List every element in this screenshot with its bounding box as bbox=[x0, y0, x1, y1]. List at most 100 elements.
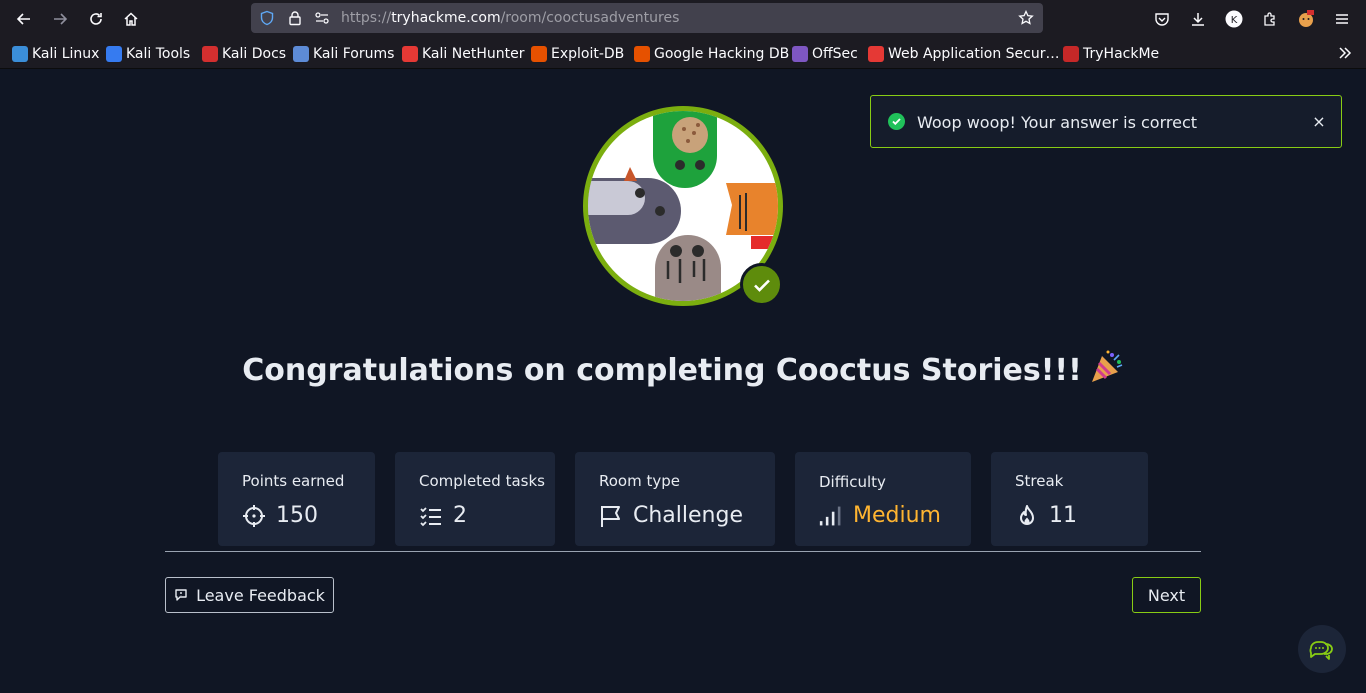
bookmark-label: Kali Linux bbox=[32, 46, 100, 62]
stat-label: Completed tasks bbox=[419, 472, 545, 490]
extension-button[interactable] bbox=[1293, 6, 1319, 32]
arrow-left-icon bbox=[16, 13, 30, 25]
chat-assistant-button[interactable] bbox=[1298, 625, 1346, 673]
reload-icon bbox=[90, 13, 102, 25]
bookmark-kali-linux[interactable]: Kali Linux bbox=[12, 44, 99, 64]
offsec-icon bbox=[792, 46, 808, 62]
stat-label: Points earned bbox=[242, 472, 345, 490]
account-avatar-icon: K bbox=[1225, 10, 1243, 28]
pocket-button[interactable] bbox=[1149, 6, 1175, 32]
stat-value: 11 bbox=[1049, 503, 1077, 528]
stat-value-row: 11 bbox=[1015, 503, 1077, 528]
success-toast: Woop woop! Your answer is correct × bbox=[870, 95, 1342, 148]
flame-icon bbox=[1015, 504, 1039, 528]
bookmark-label: Kali Docs bbox=[222, 46, 287, 62]
bookmark-star-icon[interactable] bbox=[1016, 8, 1036, 28]
bookmark-label: Kali Forums bbox=[313, 46, 395, 62]
stat-value-row: 2 bbox=[419, 503, 467, 528]
bookmarks-bar: Kali Linux Kali Tools Kali Docs Kali For… bbox=[0, 38, 1366, 69]
stat-points-earned: Points earned 150 bbox=[218, 452, 375, 546]
bookmark-label: Exploit-DB bbox=[551, 46, 625, 62]
toast-message: Woop woop! Your answer is correct bbox=[917, 113, 1198, 132]
bookmark-kali-nethunter[interactable]: Kali NetHunter bbox=[402, 44, 524, 64]
bookmark-kali-docs[interactable]: Kali Docs bbox=[202, 44, 286, 64]
stat-label: Streak bbox=[1015, 472, 1064, 490]
stat-value: 150 bbox=[276, 503, 318, 528]
bookmark-label: Kali Tools bbox=[126, 46, 191, 62]
bookmark-label: OffSec bbox=[812, 46, 858, 62]
section-divider bbox=[165, 551, 1201, 552]
next-button[interactable]: Next bbox=[1132, 577, 1201, 613]
stat-difficulty: Difficulty Medium bbox=[795, 452, 971, 546]
nethunter-icon bbox=[402, 46, 418, 62]
bookmark-label: TryHackMe bbox=[1083, 46, 1160, 62]
url-path: /room/cooctusadventures bbox=[500, 10, 680, 26]
stat-label: Room type bbox=[599, 472, 680, 490]
chevron-double-right-icon bbox=[1339, 47, 1352, 59]
extensions-button[interactable] bbox=[1257, 6, 1283, 32]
kali-forums-icon bbox=[293, 46, 309, 62]
kali-tools-icon bbox=[106, 46, 122, 62]
shield-icon[interactable] bbox=[257, 8, 277, 28]
svg-text:K: K bbox=[1231, 15, 1238, 26]
feedback-icon bbox=[175, 589, 187, 601]
bookmark-offsec[interactable]: OffSec bbox=[792, 44, 858, 64]
extension-face-icon bbox=[1299, 10, 1314, 27]
home-icon bbox=[124, 12, 138, 26]
completed-check-icon bbox=[740, 263, 783, 306]
menu-button[interactable] bbox=[1329, 6, 1355, 32]
congratulations-heading: Congratulations on completing Cooctus St… bbox=[0, 350, 1366, 388]
forward-button[interactable] bbox=[47, 6, 73, 32]
toast-close-button[interactable]: × bbox=[1309, 111, 1329, 131]
crosshair-icon bbox=[242, 504, 266, 528]
bookmark-tryhackme[interactable]: TryHackMe bbox=[1063, 44, 1159, 64]
party-popper-icon bbox=[1091, 350, 1123, 382]
home-button[interactable] bbox=[118, 6, 144, 32]
check-circle-icon bbox=[888, 113, 905, 130]
signal-bars-icon bbox=[819, 504, 843, 528]
bookmark-label: Google Hacking DB bbox=[654, 46, 790, 62]
stat-value: Medium bbox=[853, 503, 941, 528]
exploit-db-icon bbox=[531, 46, 547, 62]
bookmark-kali-tools[interactable]: Kali Tools bbox=[106, 44, 190, 64]
permissions-icon[interactable] bbox=[312, 8, 332, 28]
bookmark-label: Web Application Secur… bbox=[888, 46, 1060, 62]
bookmark-web-app-security[interactable]: Web Application Secur… bbox=[868, 44, 1059, 64]
checklist-icon bbox=[419, 504, 443, 528]
congratulations-text: Congratulations on completing Cooctus St… bbox=[242, 353, 1082, 388]
hamburger-icon bbox=[1336, 14, 1348, 24]
url-host: tryhackme.com bbox=[391, 10, 501, 26]
stat-room-type: Room type Challenge bbox=[575, 452, 775, 546]
leave-feedback-label: Leave Feedback bbox=[196, 585, 325, 605]
tryhackme-icon bbox=[1063, 46, 1079, 62]
stat-value: 2 bbox=[453, 503, 467, 528]
leave-feedback-button[interactable]: Leave Feedback bbox=[165, 577, 334, 613]
back-button[interactable] bbox=[11, 6, 37, 32]
bookmarks-overflow-button[interactable] bbox=[1333, 40, 1357, 66]
bookmark-label: Kali NetHunter bbox=[422, 46, 525, 62]
next-label: Next bbox=[1147, 585, 1186, 605]
url-bar[interactable]: https://tryhackme.com/room/cooctusadvent… bbox=[251, 3, 1043, 33]
puzzle-icon bbox=[1264, 12, 1275, 26]
stat-label: Difficulty bbox=[819, 473, 886, 491]
stat-value-row: Challenge bbox=[599, 503, 743, 528]
download-icon bbox=[1192, 13, 1204, 26]
ghdb-icon bbox=[634, 46, 650, 62]
reload-button[interactable] bbox=[83, 6, 109, 32]
kali-dragon-icon bbox=[12, 46, 28, 62]
stat-value-row: Medium bbox=[819, 503, 941, 528]
lock-icon[interactable] bbox=[285, 8, 305, 28]
url-text[interactable]: https://tryhackme.com/room/cooctusadvent… bbox=[341, 10, 679, 26]
pocket-icon bbox=[1155, 13, 1169, 26]
flag-icon bbox=[599, 504, 623, 528]
downloads-button[interactable] bbox=[1185, 6, 1211, 32]
bookmark-kali-forums[interactable]: Kali Forums bbox=[293, 44, 394, 64]
bookmark-exploit-db[interactable]: Exploit-DB bbox=[531, 44, 624, 64]
stat-completed-tasks: Completed tasks 2 bbox=[395, 452, 555, 546]
url-prefix: https:// bbox=[341, 10, 392, 26]
kali-docs-icon bbox=[202, 46, 218, 62]
bookmark-google-hacking-db[interactable]: Google Hacking DB bbox=[634, 44, 789, 64]
account-button[interactable]: K bbox=[1221, 6, 1247, 32]
arrow-right-icon bbox=[54, 13, 68, 25]
stat-streak: Streak 11 bbox=[991, 452, 1148, 546]
